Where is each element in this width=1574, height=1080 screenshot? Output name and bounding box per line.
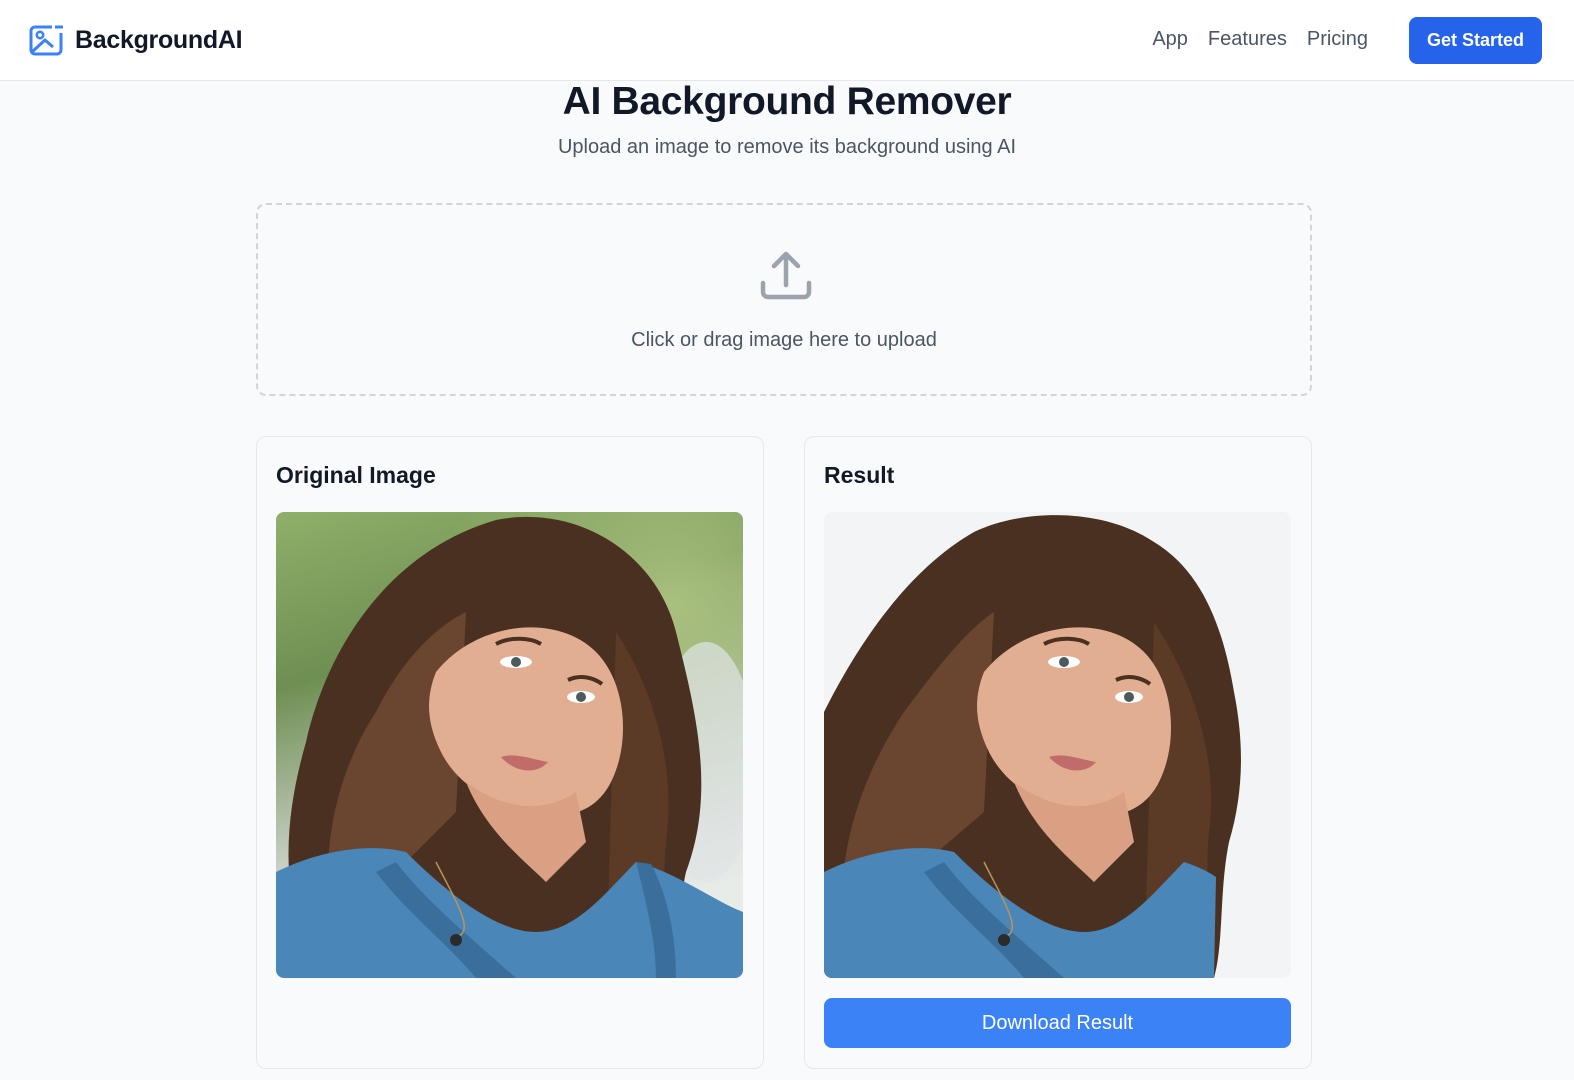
nav-link-pricing[interactable]: Pricing bbox=[1307, 28, 1368, 51]
get-started-button[interactable]: Get Started bbox=[1409, 17, 1542, 64]
original-image-card: Original Image bbox=[256, 436, 764, 1069]
brand-name: BackgroundAI bbox=[75, 25, 243, 54]
original-image bbox=[276, 512, 743, 978]
upload-instructions: Click or drag image here to upload bbox=[631, 329, 937, 351]
nav-links: App Features Pricing bbox=[1152, 28, 1368, 51]
original-image-title: Original Image bbox=[276, 462, 436, 488]
navbar: BackgroundAI App Features Pricing Get St… bbox=[0, 0, 1574, 81]
page-title: AI Background Remover bbox=[562, 80, 1012, 123]
upload-icon bbox=[760, 251, 812, 300]
result-title: Result bbox=[824, 462, 895, 488]
nav-link-features[interactable]: Features bbox=[1208, 28, 1287, 51]
brand-logo[interactable]: BackgroundAI bbox=[28, 22, 243, 58]
image-icon bbox=[29, 23, 63, 56]
nav-link-app[interactable]: App bbox=[1152, 28, 1188, 51]
download-result-button[interactable]: Download Result bbox=[824, 998, 1291, 1048]
result-card: Result Download Result bbox=[804, 436, 1312, 1069]
upload-dropzone[interactable]: Click or drag image here to upload bbox=[256, 203, 1312, 396]
result-image bbox=[824, 512, 1291, 978]
page-subtitle: Upload an image to remove its background… bbox=[557, 136, 1017, 158]
